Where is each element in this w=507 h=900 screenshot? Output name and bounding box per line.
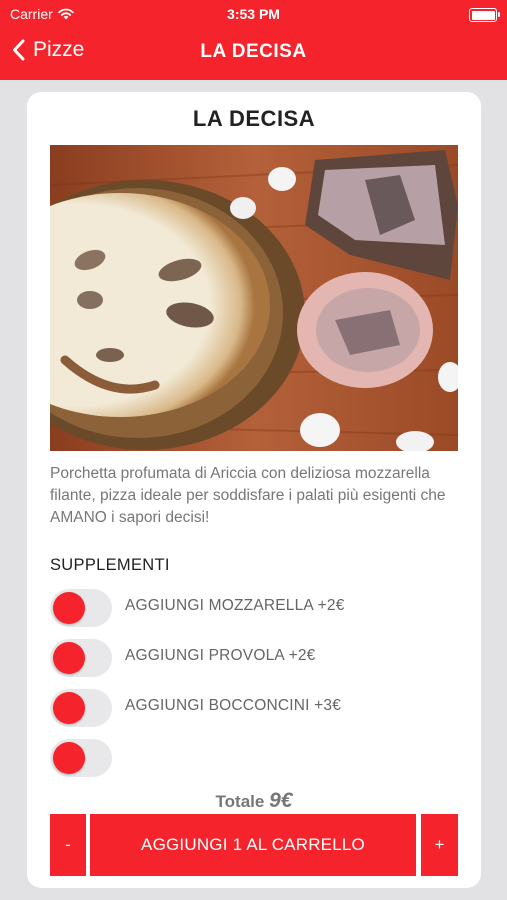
clock: 3:53 PM <box>227 6 280 22</box>
supplement-row-bocconcini: AGGIUNGI BOCCONCINI +3€ <box>50 689 450 727</box>
supplement-row-unlabeled <box>50 739 450 777</box>
product-card: LA DECISA Porchetta profumata di Ariccia… <box>27 92 481 888</box>
total-price: Totale 9€ <box>27 789 481 813</box>
product-photo <box>50 145 458 451</box>
toggle-knob <box>53 692 85 724</box>
toggle-knob <box>53 592 85 624</box>
toggle-unlabeled[interactable] <box>50 739 112 777</box>
product-description: Porchetta profumata di Ariccia con deliz… <box>50 465 446 526</box>
supplement-label: AGGIUNGI BOCCONCINI +3€ <box>125 697 342 714</box>
toggle-knob <box>53 642 85 674</box>
nav-title: LA DECISA <box>200 41 307 62</box>
navigation-bar: Pizze LA DECISA <box>0 32 507 72</box>
product-title: LA DECISA <box>192 106 316 131</box>
header-bar: Carrier 3:53 PM Pizze LA DECISA <box>0 0 507 80</box>
toggle-provola[interactable] <box>50 639 112 677</box>
toggle-bocconcini[interactable] <box>50 689 112 727</box>
supplements-title: SUPPLEMENTI <box>50 556 170 574</box>
decrease-quantity-button[interactable]: - <box>50 814 86 876</box>
add-to-cart-button[interactable]: AGGIUNGI 1 AL CARRELLO <box>90 814 416 876</box>
total-label: Totale <box>215 792 265 811</box>
toggle-knob <box>53 742 85 774</box>
status-bar: Carrier 3:53 PM <box>0 6 507 26</box>
increase-quantity-button[interactable]: + <box>421 814 458 876</box>
total-amount: 9€ <box>269 789 293 812</box>
supplement-row-mozzarella: AGGIUNGI MOZZARELLA +2€ <box>50 589 450 627</box>
supplement-label: AGGIUNGI MOZZARELLA +2€ <box>125 597 345 614</box>
toggle-mozzarella[interactable] <box>50 589 112 627</box>
supplement-row-provola: AGGIUNGI PROVOLA +2€ <box>50 639 450 677</box>
supplement-label: AGGIUNGI PROVOLA +2€ <box>125 647 316 664</box>
battery-icon <box>469 8 500 22</box>
